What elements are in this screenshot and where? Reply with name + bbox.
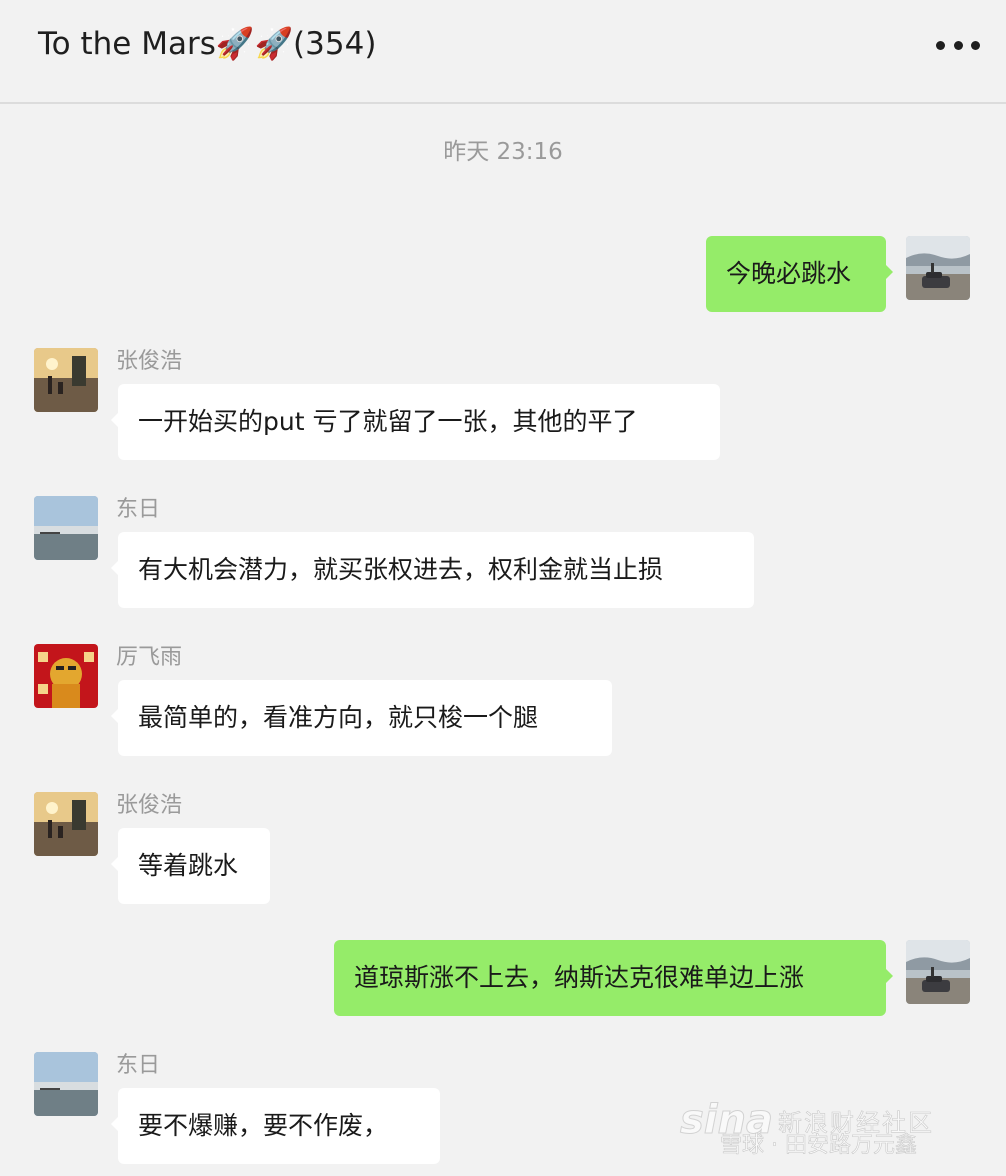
lucky-cat-avatar[interactable] <box>34 644 98 708</box>
sender-name: 厉飞雨 <box>116 645 183 670</box>
sunset-beach-avatar[interactable] <box>34 792 98 856</box>
outgoing-message-bubble[interactable]: 今晚必跳水 <box>706 236 893 312</box>
incoming-message-bubble[interactable]: 有大机会潜力，就买张权进去，权利金就当止损 <box>111 532 754 608</box>
outgoing-message-bubble[interactable]: 道琼斯涨不上去，纳斯达克很难单边上涨 <box>334 940 893 1016</box>
message-row: 道琼斯涨不上去，纳斯达克很难单边上涨 <box>0 940 1006 1020</box>
car-landscape-avatar[interactable] <box>906 940 970 1004</box>
message-row: 张俊浩 等着跳水 <box>0 792 1006 912</box>
seaside-sky-avatar[interactable] <box>34 496 98 560</box>
sender-name: 东日 <box>116 1053 161 1078</box>
message-row: 东日 要不爆赚，要不作废， <box>0 1052 1006 1172</box>
sender-name: 张俊浩 <box>116 349 183 374</box>
seaside-sky-avatar[interactable] <box>34 1052 98 1116</box>
group-chat-title[interactable]: To the Mars🚀🚀(354) <box>38 22 376 66</box>
sunset-beach-avatar[interactable] <box>34 348 98 412</box>
car-landscape-avatar[interactable] <box>906 236 970 300</box>
chat-header: To the Mars🚀🚀(354) <box>0 0 1006 104</box>
incoming-message-bubble[interactable]: 一开始买的put 亏了就留了一张，其他的平了 <box>111 384 720 460</box>
incoming-message-bubble[interactable]: 等着跳水 <box>111 828 270 904</box>
dot <box>971 40 980 50</box>
message-row: 厉飞雨 最简单的，看准方向，就只梭一个腿 <box>0 644 1006 764</box>
message-row: 今晚必跳水 <box>0 236 1006 316</box>
dot <box>936 40 945 50</box>
sender-name: 东日 <box>116 497 161 522</box>
message-row: 张俊浩 一开始买的put 亏了就留了一张，其他的平了 <box>0 348 1006 468</box>
more-dots-icon[interactable] <box>936 38 980 52</box>
dot <box>953 40 963 50</box>
incoming-message-bubble[interactable]: 要不爆赚，要不作废， <box>111 1088 440 1164</box>
message-timestamp: 昨天 23:16 <box>443 139 563 165</box>
message-row: 东日 有大机会潜力，就买张权进去，权利金就当止损 <box>0 496 1006 616</box>
sender-name: 张俊浩 <box>116 793 183 818</box>
incoming-message-bubble[interactable]: 最简单的，看准方向，就只梭一个腿 <box>111 680 612 756</box>
